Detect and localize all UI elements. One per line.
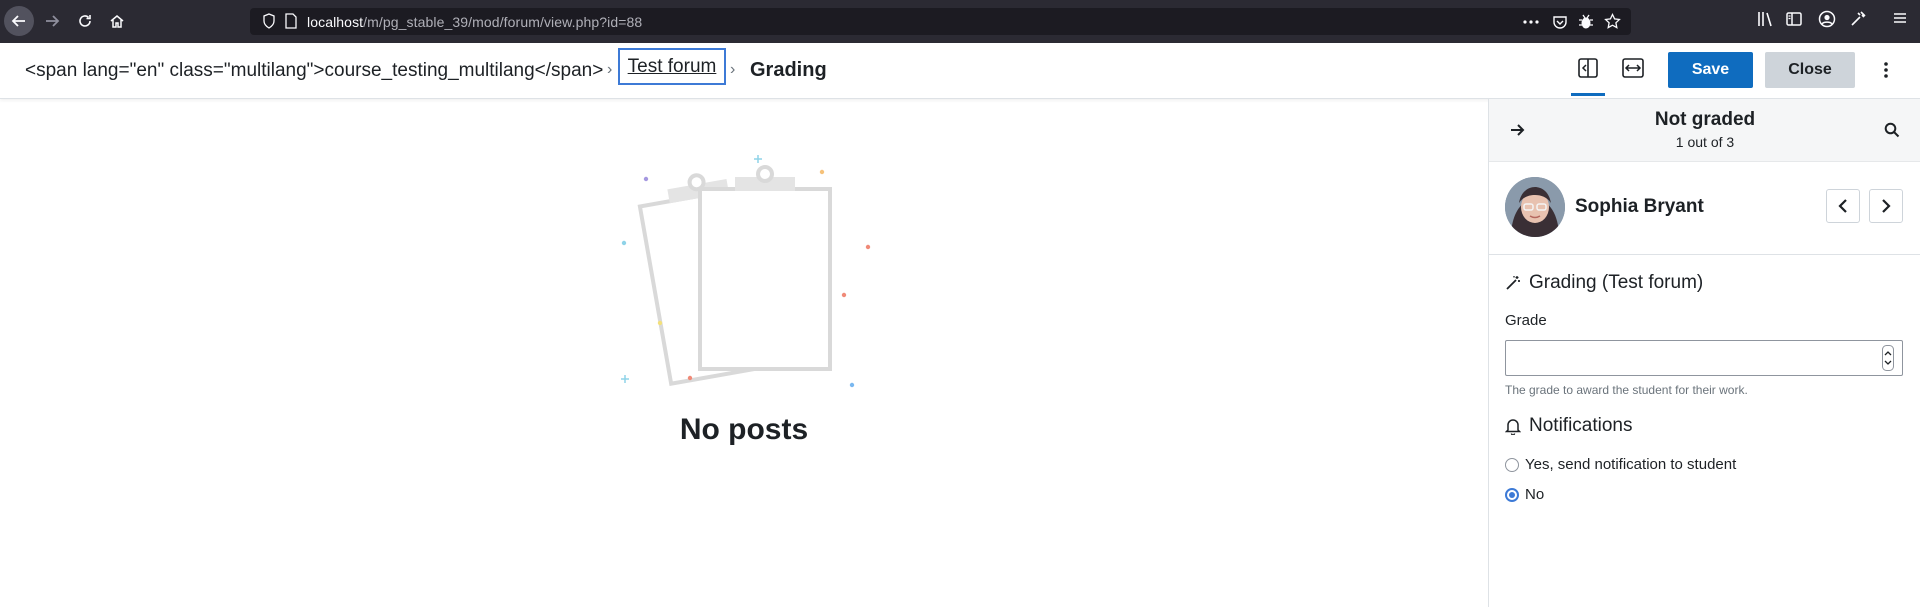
notify-no-radio[interactable] (1505, 487, 1519, 502)
search-users-button[interactable] (1879, 117, 1905, 143)
sidebar-icon[interactable] (1785, 10, 1803, 28)
url-bar[interactable]: localhost/m/pg_stable_39/mod/forum/view.… (250, 8, 1631, 35)
close-button[interactable]: Close (1765, 52, 1855, 88)
content-area: No posts (0, 99, 1488, 607)
user-name[interactable]: Sophia Bryant (1575, 196, 1704, 218)
empty-state-title: No posts (679, 413, 809, 446)
extensions-icon[interactable] (1849, 10, 1867, 28)
more-actions-icon[interactable] (1523, 20, 1539, 24)
chevron-left-icon (1838, 199, 1847, 213)
home-button[interactable] (102, 6, 132, 36)
panel-split-icon (1578, 58, 1598, 78)
grade-help-text: The grade to award the student for their… (1505, 383, 1748, 397)
arrow-left-icon (11, 15, 25, 27)
grading-status: Not graded (1654, 109, 1756, 130)
library-icon[interactable] (1756, 10, 1774, 28)
notify-yes-option[interactable]: Yes, send notification to student (1505, 456, 1736, 473)
collapse-grader-view-button[interactable] (1571, 51, 1605, 96)
grading-header: <span lang="en" class="multilang">course… (0, 43, 1920, 99)
grade-label: Grade (1505, 312, 1547, 329)
grade-input[interactable] (1505, 340, 1903, 376)
bell-icon (1505, 418, 1521, 435)
notify-yes-label[interactable]: Yes, send notification to student (1525, 456, 1736, 473)
notify-no-label[interactable]: No (1525, 486, 1544, 503)
reload-icon (79, 15, 91, 27)
more-options-button[interactable] (1876, 57, 1896, 83)
star-icon[interactable] (1604, 13, 1621, 30)
shield-icon (263, 13, 275, 29)
breadcrumb-current: Grading (750, 59, 827, 81)
clipboard-illustration (621, 155, 871, 388)
user-position-count: 1 out of 3 (1675, 134, 1735, 150)
reload-button[interactable] (70, 6, 100, 36)
breadcrumb-forum-link[interactable]: Test forum (618, 48, 726, 85)
notifications-section-title: Notifications (1505, 415, 1633, 437)
magic-wand-icon (1506, 276, 1520, 290)
grading-section-title: Grading (Test forum) (1505, 272, 1703, 294)
previous-user-button[interactable] (1826, 189, 1860, 223)
url-text[interactable]: localhost/m/pg_stable_39/mod/forum/view.… (307, 14, 642, 30)
expand-horizontal-icon (1622, 58, 1644, 78)
breadcrumb-course[interactable]: <span lang="en" class="multilang">course… (25, 60, 603, 82)
notify-no-option[interactable]: No (1505, 486, 1544, 503)
url-host: localhost (307, 14, 364, 30)
number-spinner-icon[interactable] (1882, 345, 1894, 371)
user-status-bar: Not graded 1 out of 3 (1489, 99, 1920, 162)
grading-panel: Not graded 1 out of 3 Sophia Bryant Grad… (1488, 99, 1920, 607)
notify-yes-radio[interactable] (1505, 457, 1519, 472)
chevron-right-icon (1882, 199, 1891, 213)
notifications-label: Notifications (1529, 415, 1633, 436)
account-icon[interactable] (1818, 10, 1836, 28)
next-user-button[interactable] (1869, 189, 1903, 223)
home-icon (110, 15, 124, 28)
user-photo (1505, 177, 1565, 237)
chevron-right-icon: › (607, 61, 613, 78)
chevron-right-icon: › (730, 61, 736, 78)
page-icon (285, 13, 297, 29)
pocket-icon[interactable] (1552, 14, 1568, 30)
url-path: /m/pg_stable_39/mod/forum/view.php?id=88 (363, 14, 643, 30)
kebab-icon (1884, 62, 1888, 78)
browser-toolbar: localhost/m/pg_stable_39/mod/forum/view.… (0, 0, 1920, 43)
bug-icon[interactable] (1578, 13, 1594, 30)
current-user: Sophia Bryant (1489, 162, 1920, 255)
grading-section-label: Grading (Test forum) (1529, 272, 1704, 293)
forward-button[interactable] (37, 6, 67, 36)
fullscreen-view-button[interactable] (1616, 51, 1650, 85)
search-icon (1884, 122, 1900, 138)
avatar (1505, 177, 1565, 237)
menu-icon[interactable] (1892, 10, 1908, 26)
save-button[interactable]: Save (1668, 52, 1753, 88)
arrow-right-icon (46, 15, 60, 27)
back-button[interactable] (4, 6, 34, 36)
